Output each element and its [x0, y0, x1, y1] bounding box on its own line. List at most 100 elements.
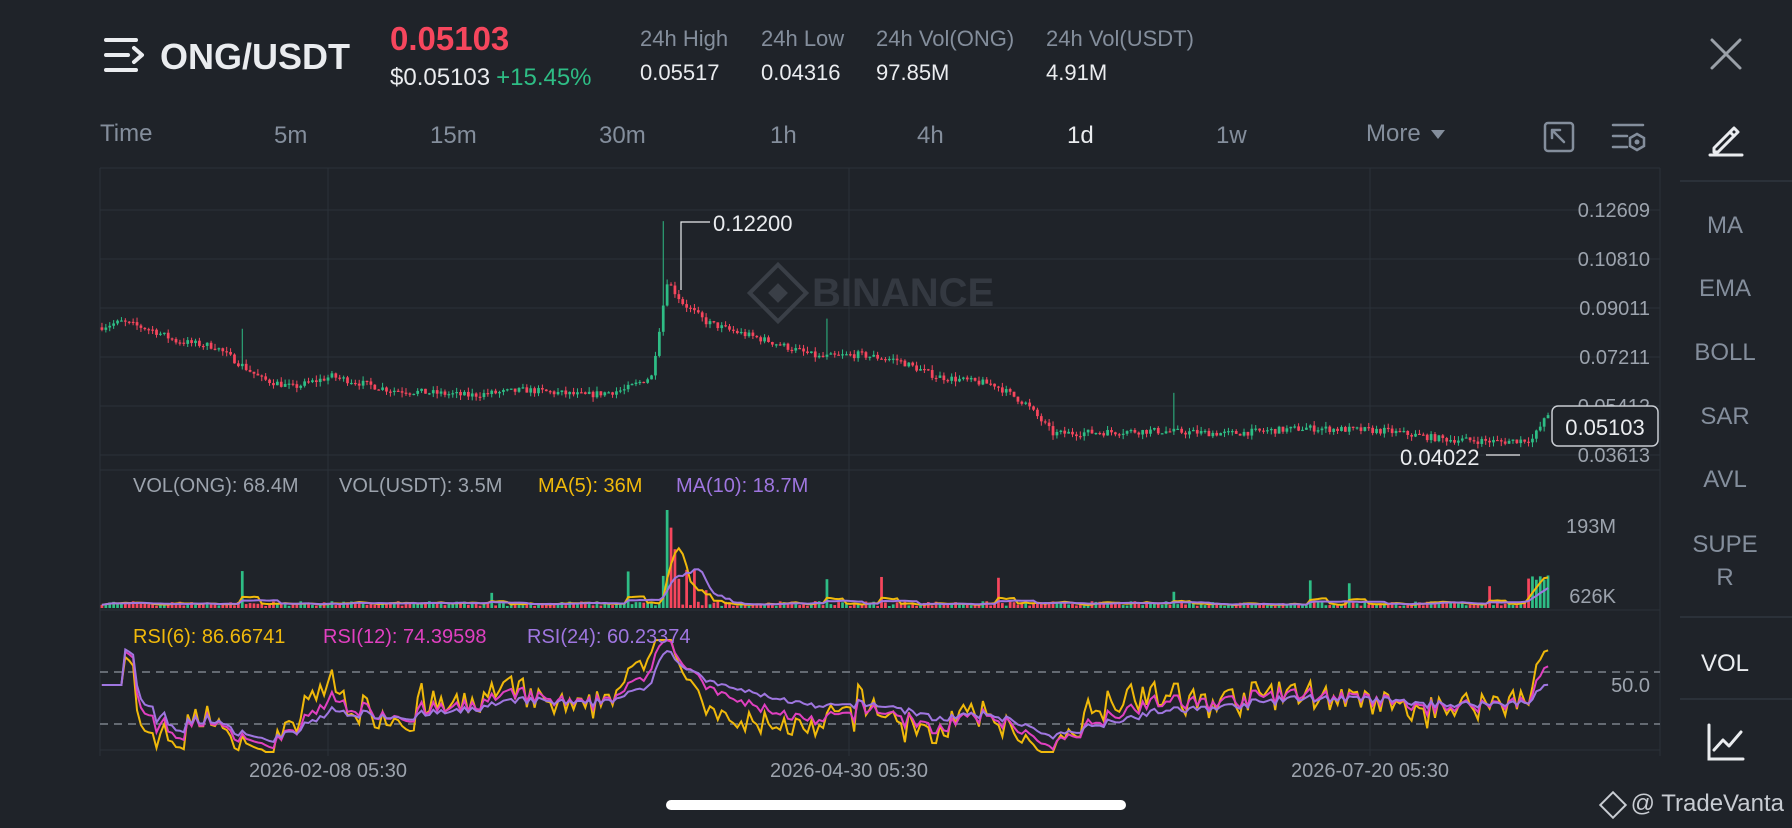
- volume-bar: [420, 603, 423, 608]
- candle-body: [1004, 389, 1008, 393]
- candle-body: [1164, 431, 1168, 434]
- volume-bar: [708, 604, 712, 608]
- candle-body: [474, 393, 478, 397]
- volume-bar: [498, 603, 501, 608]
- candle-body: [1016, 396, 1020, 402]
- candle-body: [1102, 433, 1106, 436]
- candle-body: [205, 342, 209, 346]
- candle-body: [650, 375, 653, 380]
- candle-body: [1289, 426, 1293, 429]
- candle-body: [424, 388, 427, 394]
- candle-body: [1199, 431, 1203, 434]
- candle-body: [930, 370, 934, 378]
- volume-bar: [287, 605, 291, 608]
- candle-body: [856, 351, 860, 359]
- candle-body: [969, 377, 973, 380]
- candle-body: [389, 391, 392, 393]
- kline-chart[interactable]: BINANCE 0.12609 0.10810 0.09011 0.07211 0.05…: [0, 0, 1792, 828]
- volume-bar: [876, 605, 879, 608]
- candle-body: [244, 363, 248, 370]
- volume-ma-lines: [101, 546, 1549, 607]
- volume-bar: [884, 602, 887, 608]
- candle-body: [1308, 425, 1312, 428]
- x-tick-1: 2026-04-30 05:30: [770, 760, 928, 782]
- volume-bar: [213, 604, 217, 608]
- candle-body: [1398, 430, 1402, 433]
- candle-body: [1534, 430, 1538, 439]
- volume-bar: [139, 603, 143, 608]
- candle-body: [1476, 441, 1480, 444]
- candle-body: [985, 379, 989, 384]
- candle-body: [1320, 428, 1324, 431]
- candle-body: [264, 376, 268, 380]
- candle-body: [338, 377, 342, 379]
- candle-body: [813, 351, 817, 358]
- candle-body: [252, 371, 256, 374]
- candle-body: [1332, 428, 1336, 432]
- candle-body: [903, 360, 907, 367]
- candle-body: [1488, 440, 1491, 443]
- volume-bar: [634, 602, 638, 608]
- candle-body: [1137, 432, 1141, 435]
- candle-body: [720, 325, 724, 329]
- volume-bar: [646, 603, 650, 608]
- volume-bar: [1328, 605, 1332, 608]
- candle-body: [739, 331, 743, 334]
- home-indicator[interactable]: [666, 800, 1126, 810]
- volume-bar: [856, 604, 860, 608]
- candle-body: [1421, 434, 1425, 436]
- candle-body: [852, 354, 856, 359]
- candle-body: [771, 342, 774, 345]
- candle-body: [954, 376, 957, 382]
- candle-body: [806, 351, 809, 353]
- volume-bar: [1359, 605, 1363, 608]
- price-axis-tick: 0.03613: [1578, 445, 1650, 467]
- current-price-label: 0.05103: [1565, 415, 1645, 440]
- candle-body: [120, 320, 123, 322]
- volume-bar: [1534, 579, 1538, 608]
- candle-body: [868, 356, 872, 358]
- candle-body: [634, 382, 638, 385]
- candle-body: [466, 391, 470, 397]
- candle-body: [182, 342, 186, 344]
- candle-body: [194, 340, 197, 344]
- candle-body: [829, 353, 833, 355]
- candle-body: [1227, 431, 1230, 433]
- candle-body: [1156, 427, 1160, 434]
- volume-bar: [509, 605, 513, 608]
- candle-body: [794, 348, 798, 351]
- candle-body: [704, 317, 708, 325]
- candle-body: [1347, 426, 1351, 432]
- candle-body: [459, 392, 462, 396]
- candle-body: [622, 389, 626, 391]
- volume-bar: [638, 602, 642, 608]
- volume-bar: [911, 604, 915, 608]
- candle-body: [1039, 416, 1043, 422]
- volume-bar: [533, 605, 536, 608]
- volume-bar: [732, 605, 735, 608]
- candle-body: [311, 380, 314, 383]
- candle-body: [1324, 426, 1328, 429]
- candle-body: [123, 320, 127, 322]
- volume-bar: [1250, 604, 1254, 608]
- volume-bar: [837, 602, 841, 608]
- candle-body: [498, 391, 501, 394]
- candle-body: [272, 383, 275, 386]
- candle-body: [502, 389, 505, 392]
- volume-bar: [821, 605, 825, 608]
- volume-bar: [1488, 586, 1491, 608]
- volume-bar: [716, 601, 720, 608]
- candle-body: [989, 383, 993, 385]
- candle-body: [1063, 430, 1067, 434]
- x-tick-0: 2026-02-08 05:30: [249, 760, 407, 782]
- candle-body: [552, 391, 556, 395]
- volume-bar: [1180, 602, 1184, 608]
- candle-body: [880, 358, 883, 360]
- candle-body: [416, 390, 420, 394]
- volume-bar: [233, 605, 236, 608]
- candle-body: [408, 393, 412, 395]
- volume-bar: [1071, 604, 1074, 608]
- candle-body: [1258, 428, 1261, 431]
- candle-body: [1219, 433, 1222, 436]
- volume-bar: [1184, 604, 1187, 608]
